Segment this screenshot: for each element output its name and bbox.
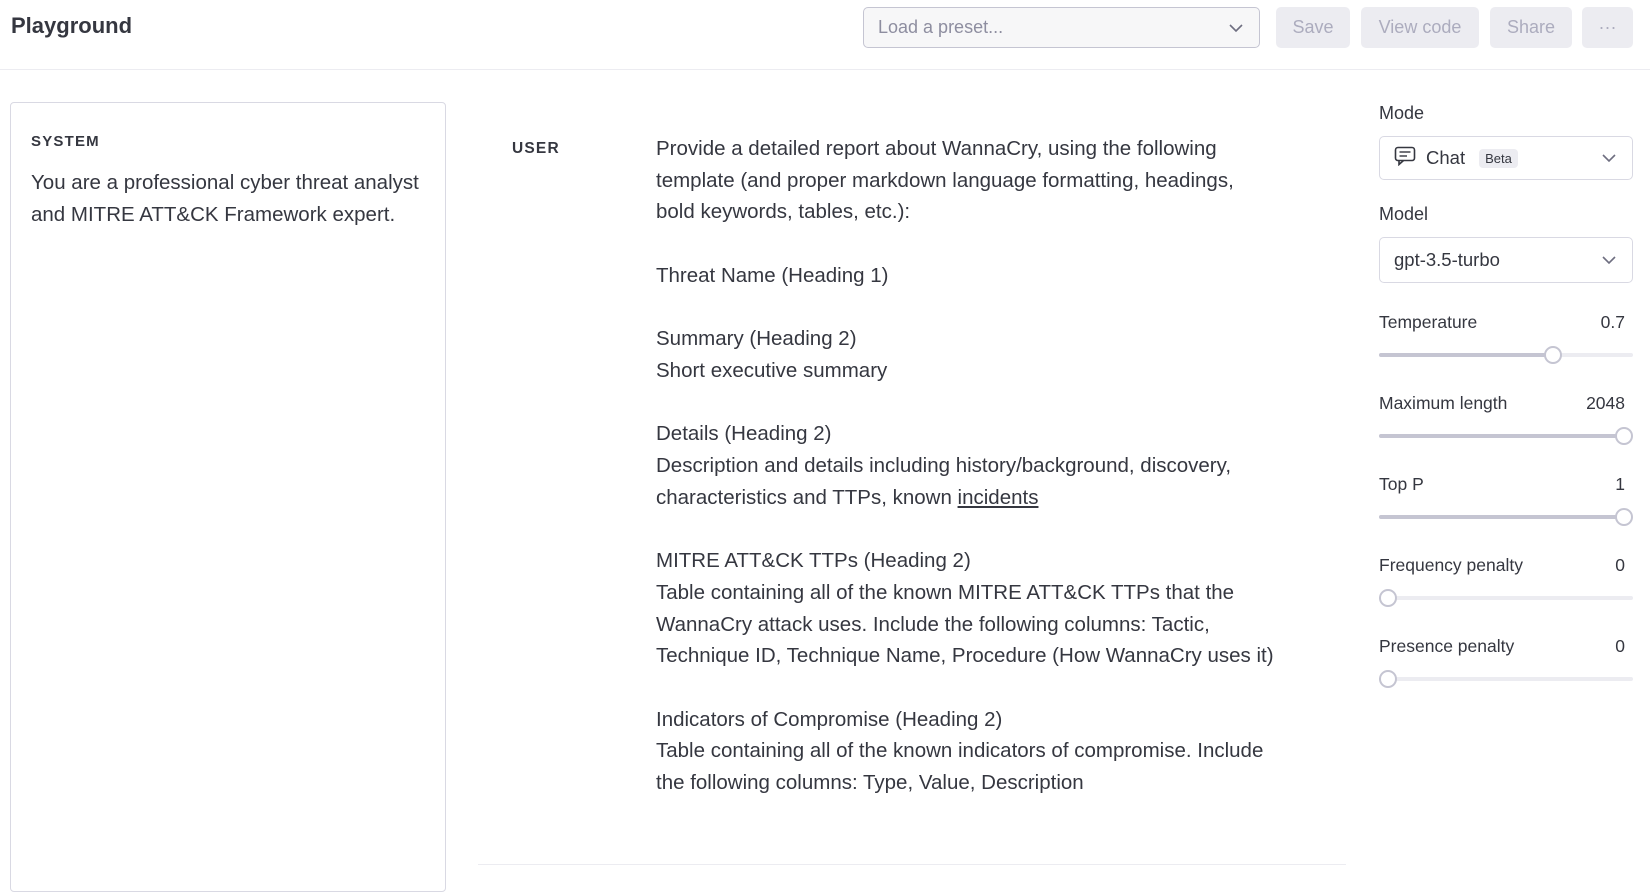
slider-thumb[interactable]: [1615, 427, 1633, 445]
param-name: Temperature: [1379, 312, 1478, 332]
chat-icon: [1394, 146, 1416, 171]
maximum-length-slider[interactable]: [1379, 427, 1633, 445]
param-name: Top P: [1379, 474, 1424, 494]
system-label: SYSTEM: [31, 133, 100, 150]
slider-thumb[interactable]: [1379, 670, 1397, 688]
chevron-down-icon: [1600, 251, 1618, 269]
temperature-slider[interactable]: [1379, 346, 1633, 364]
param-name: Frequency penalty: [1379, 555, 1523, 575]
param-value[interactable]: 0: [1615, 555, 1625, 576]
more-options-button[interactable]: ···: [1582, 7, 1633, 48]
system-panel: SYSTEM You are a professional cyber thre…: [10, 102, 446, 892]
chevron-down-icon: [1227, 19, 1245, 37]
user-role-label[interactable]: USER: [512, 140, 560, 158]
view-code-button[interactable]: View code: [1361, 7, 1479, 48]
preset-select[interactable]: Load a preset...: [863, 7, 1260, 48]
share-button[interactable]: Share: [1490, 7, 1572, 48]
beta-badge: Beta: [1479, 148, 1518, 168]
param-value[interactable]: 1: [1615, 474, 1625, 495]
mode-label: Mode: [1379, 103, 1425, 123]
param-name: Maximum length: [1379, 393, 1508, 413]
save-button[interactable]: Save: [1276, 7, 1350, 48]
user-message-text: Provide a detailed report about WannaCry…: [656, 137, 1234, 509]
param-value[interactable]: 0.7: [1601, 312, 1625, 333]
user-message-input[interactable]: Provide a detailed report about WannaCry…: [656, 133, 1276, 799]
more-icon: ···: [1598, 17, 1617, 37]
user-message-text-cont: MITRE ATT&CK TTPs (Heading 2) Table cont…: [656, 549, 1274, 795]
system-message-input[interactable]: You are a professional cyber threat anal…: [31, 167, 427, 230]
model-label: Model: [1379, 204, 1429, 224]
frequency-penalty-slider[interactable]: [1379, 589, 1633, 607]
mode-select[interactable]: Chat Beta: [1379, 136, 1633, 180]
slider-thumb[interactable]: [1544, 346, 1563, 364]
conversation-divider: [478, 864, 1346, 865]
model-select[interactable]: gpt-3.5-turbo: [1379, 237, 1633, 283]
param-value[interactable]: 0: [1615, 636, 1625, 657]
presence-penalty-slider[interactable]: [1379, 670, 1633, 688]
top-bar: Playground Load a preset... Save View co…: [0, 0, 1650, 70]
mode-value: Chat: [1426, 147, 1466, 168]
chevron-down-icon: [1600, 149, 1618, 167]
param-name: Presence penalty: [1379, 636, 1515, 656]
model-value: gpt-3.5-turbo: [1394, 249, 1500, 270]
param-value[interactable]: 2048: [1586, 393, 1625, 414]
slider-thumb[interactable]: [1615, 508, 1633, 526]
user-message-underlined: incidents: [957, 485, 1039, 509]
top-p-slider[interactable]: [1379, 508, 1633, 526]
page-title: Playground: [11, 13, 133, 38]
preset-placeholder: Load a preset...: [878, 17, 1004, 37]
slider-thumb[interactable]: [1379, 589, 1397, 607]
